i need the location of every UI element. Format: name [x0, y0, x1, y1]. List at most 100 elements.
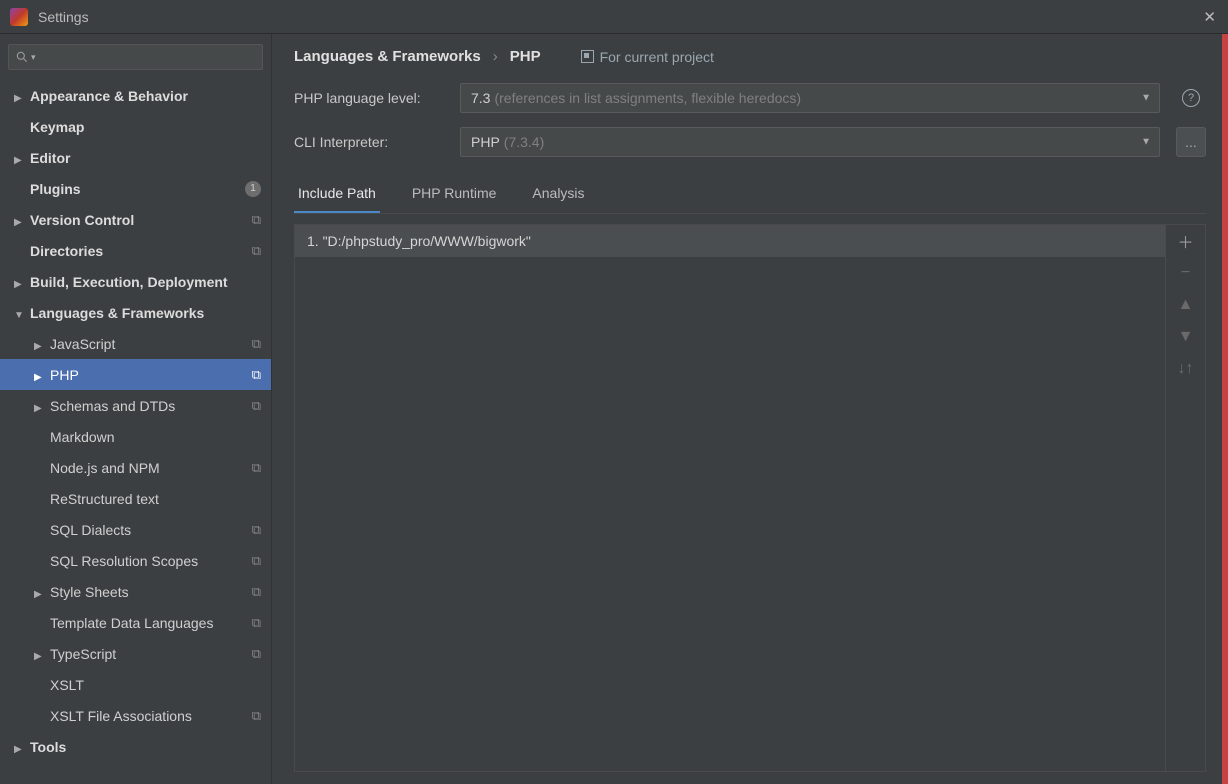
cli-interpreter-row: CLI Interpreter: PHP (7.3.4) ▼ ...	[294, 127, 1206, 157]
cli-interpreter-value: PHP	[471, 134, 500, 150]
window-title: Settings	[38, 9, 89, 25]
sidebar-item-keymap[interactable]: Keymap	[0, 111, 271, 142]
sidebar-item-build-execution-deployment[interactable]: Build, Execution, Deployment	[0, 266, 271, 297]
project-scope-icon: ⧉	[252, 398, 261, 414]
sidebar-item-schemas-and-dtds[interactable]: Schemas and DTDs⧉	[0, 390, 271, 421]
project-scope-icon: ⧉	[252, 336, 261, 352]
sidebar-item-sql-dialects[interactable]: SQL Dialects⧉	[0, 514, 271, 545]
project-scope-icon: ⧉	[252, 367, 261, 383]
tree-arrow-icon[interactable]	[34, 336, 46, 352]
tab-include-path[interactable]: Include Path	[294, 177, 380, 213]
sidebar-item-label: SQL Resolution Scopes	[50, 553, 248, 569]
project-scope-icon: ⧉	[252, 243, 261, 259]
tree-arrow-icon[interactable]	[34, 367, 46, 383]
settings-sidebar: ▾ Appearance & Behavior Keymap Editor Plugi…	[0, 34, 272, 784]
php-language-level-hint: (references in list assignments, flexibl…	[494, 90, 801, 106]
sort-button[interactable]: ↓↑	[1176, 359, 1196, 379]
sidebar-item-label: PHP	[50, 367, 248, 383]
include-path-row[interactable]: 1. "D:/phpstudy_pro/WWW/bigwork"	[295, 225, 1165, 258]
tree-arrow-icon[interactable]	[14, 274, 26, 290]
tree-arrow-icon[interactable]	[34, 646, 46, 662]
project-scope-icon: ⧉	[252, 584, 261, 600]
move-down-button[interactable]: ▼	[1176, 327, 1196, 347]
tab-php-runtime[interactable]: PHP Runtime	[408, 177, 501, 213]
sidebar-item-php[interactable]: PHP⧉	[0, 359, 271, 390]
count-badge: 1	[245, 181, 261, 197]
include-path-list[interactable]: 1. "D:/phpstudy_pro/WWW/bigwork"	[295, 225, 1165, 771]
tree-arrow-icon[interactable]	[14, 150, 26, 166]
sidebar-item-restructured-text[interactable]: ReStructured text	[0, 483, 271, 514]
breadcrumb: Languages & Frameworks › PHP For current…	[294, 48, 1206, 65]
sidebar-item-label: Editor	[30, 150, 261, 166]
sidebar-item-label: XSLT File Associations	[50, 708, 248, 724]
include-path-panel: 1. "D:/phpstudy_pro/WWW/bigwork" ＋ − ▲ ▼…	[294, 224, 1206, 772]
window-edge-accent	[1222, 34, 1228, 784]
sidebar-item-xslt-file-associations[interactable]: XSLT File Associations⧉	[0, 700, 271, 731]
tab-analysis[interactable]: Analysis	[528, 177, 588, 213]
sidebar-item-label: Directories	[30, 243, 248, 259]
sidebar-item-label: Keymap	[30, 119, 261, 135]
sidebar-item-label: Schemas and DTDs	[50, 398, 248, 414]
sidebar-item-xslt[interactable]: XSLT	[0, 669, 271, 700]
sidebar-item-version-control[interactable]: Version Control⧉	[0, 204, 271, 235]
help-icon: ?	[1182, 89, 1200, 107]
project-scope-icon: ⧉	[252, 522, 261, 538]
add-button[interactable]: ＋	[1176, 231, 1196, 251]
move-up-button[interactable]: ▲	[1176, 295, 1196, 315]
sidebar-item-label: Build, Execution, Deployment	[30, 274, 261, 290]
tree-arrow-icon[interactable]	[34, 398, 46, 414]
sidebar-item-style-sheets[interactable]: Style Sheets⧉	[0, 576, 271, 607]
tree-arrow-icon[interactable]	[14, 739, 26, 755]
app-icon	[10, 8, 28, 26]
sidebar-item-directories[interactable]: Directories⧉	[0, 235, 271, 266]
project-scope-icon: ⧉	[252, 708, 261, 724]
sidebar-item-appearance-behavior[interactable]: Appearance & Behavior	[0, 80, 271, 111]
php-language-level-select[interactable]: 7.3 (references in list assignments, fle…	[460, 83, 1160, 113]
tree-arrow-icon[interactable]	[14, 305, 26, 321]
sidebar-item-plugins[interactable]: Plugins1	[0, 173, 271, 204]
copy-icon	[581, 50, 594, 63]
search-options-icon[interactable]: ▾	[31, 52, 36, 63]
project-scope-icon: ⧉	[252, 646, 261, 662]
sidebar-item-template-data-languages[interactable]: Template Data Languages⧉	[0, 607, 271, 638]
breadcrumb-parent[interactable]: Languages & Frameworks	[294, 48, 481, 65]
tab-bar: Include Path PHP Runtime Analysis	[294, 177, 1206, 214]
sidebar-item-label: Version Control	[30, 212, 248, 228]
help-button[interactable]: ?	[1176, 83, 1206, 113]
sidebar-item-label: JavaScript	[50, 336, 248, 352]
php-language-level-row: PHP language level: 7.3 (references in l…	[294, 83, 1206, 113]
cli-interpreter-hint: (7.3.4)	[504, 134, 544, 150]
sidebar-item-label: SQL Dialects	[50, 522, 248, 538]
project-scope-hint: For current project	[581, 49, 714, 65]
chevron-down-icon: ▼	[1141, 137, 1151, 148]
sidebar-item-javascript[interactable]: JavaScript⧉	[0, 328, 271, 359]
settings-tree: Appearance & Behavior Keymap Editor Plugins…	[0, 80, 271, 784]
project-scope-icon: ⧉	[252, 212, 261, 228]
sidebar-item-label: Tools	[30, 739, 261, 755]
sidebar-item-label: Node.js and NPM	[50, 460, 248, 476]
close-icon[interactable]: ✕	[1203, 8, 1216, 26]
cli-more-button[interactable]: ...	[1176, 127, 1206, 157]
php-language-level-label: PHP language level:	[294, 90, 444, 106]
chevron-right-icon: ›	[493, 48, 498, 65]
sidebar-item-languages-frameworks[interactable]: Languages & Frameworks	[0, 297, 271, 328]
sidebar-item-label: TypeScript	[50, 646, 248, 662]
tree-arrow-icon[interactable]	[14, 88, 26, 104]
cli-interpreter-select[interactable]: PHP (7.3.4) ▼	[460, 127, 1160, 157]
sidebar-item-label: Languages & Frameworks	[30, 305, 261, 321]
include-path-toolbar: ＋ − ▲ ▼ ↓↑	[1165, 225, 1205, 771]
search-input[interactable]: ▾	[8, 44, 263, 70]
sidebar-item-node-js-and-npm[interactable]: Node.js and NPM⧉	[0, 452, 271, 483]
tree-arrow-icon[interactable]	[34, 584, 46, 600]
sidebar-item-typescript[interactable]: TypeScript⧉	[0, 638, 271, 669]
main-panel: Languages & Frameworks › PHP For current…	[272, 34, 1228, 784]
project-scope-icon: ⧉	[252, 615, 261, 631]
sidebar-item-editor[interactable]: Editor	[0, 142, 271, 173]
sidebar-item-label: Plugins	[30, 181, 241, 197]
remove-button[interactable]: −	[1176, 263, 1196, 283]
tree-arrow-icon[interactable]	[14, 212, 26, 228]
sidebar-item-label: Markdown	[50, 429, 261, 445]
sidebar-item-markdown[interactable]: Markdown	[0, 421, 271, 452]
sidebar-item-sql-resolution-scopes[interactable]: SQL Resolution Scopes⧉	[0, 545, 271, 576]
sidebar-item-tools[interactable]: Tools	[0, 731, 271, 762]
